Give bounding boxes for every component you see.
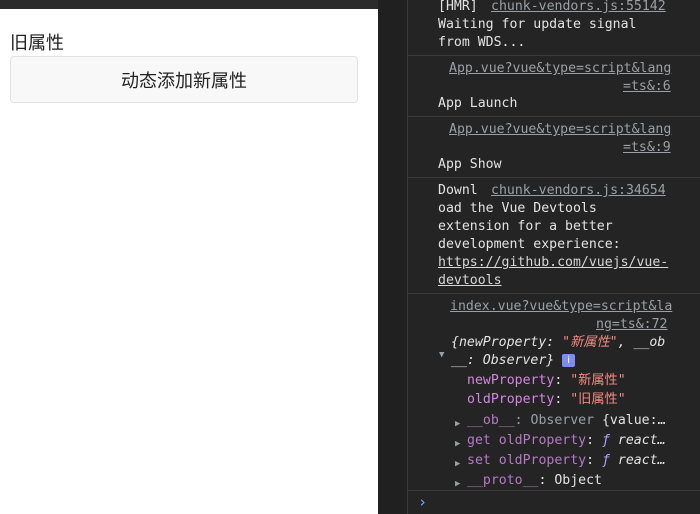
console-message-app-launch: App.vue?vue&type=script&lang =ts&:6 App … xyxy=(408,56,700,117)
object-preview-cont: __: Observer} i xyxy=(451,352,576,370)
message-text: oad the Vue Devtools xyxy=(438,201,597,216)
property-getter[interactable]: get oldProperty: ƒ react… xyxy=(467,432,666,450)
expand-arrow-right-icon[interactable]: ▶ xyxy=(455,415,460,433)
devtools-console: [HMR] chunk-vendors.js:55142 Waiting for… xyxy=(407,0,700,514)
message-text: App Launch xyxy=(438,96,518,111)
window-top-strip xyxy=(0,0,378,9)
message-text: Downl xyxy=(438,183,478,198)
prompt-chevron-icon: › xyxy=(418,493,428,511)
source-link-cont[interactable]: ng=ts&:72 xyxy=(596,316,667,334)
console-message-hmr: [HMR] chunk-vendors.js:55142 Waiting for… xyxy=(408,0,700,56)
console-message-devtools: Downl chunk-vendors.js:34654 oad the Vue… xyxy=(408,178,700,294)
expand-arrow-right-icon[interactable]: ▶ xyxy=(455,455,460,473)
source-link[interactable]: index.vue?vue&type=script&la xyxy=(450,298,672,316)
source-link[interactable]: chunk-vendors.js:55142 xyxy=(491,0,666,16)
property-new: newProperty: "新属性" xyxy=(467,373,626,388)
message-text: App Show xyxy=(438,157,502,172)
devtools-link-cont[interactable]: devtools xyxy=(438,272,502,290)
message-text: development experience: xyxy=(438,237,621,252)
console-input[interactable]: › xyxy=(408,491,700,514)
devtools-link[interactable]: https://github.com/vuejs/vue- xyxy=(438,254,668,272)
console-message-object: index.vue?vue&type=script&la ng=ts&:72 ▼… xyxy=(408,294,700,491)
source-link-cont[interactable]: =ts&:6 xyxy=(623,78,671,96)
panel-divider xyxy=(378,0,407,514)
add-new-property-button[interactable]: 动态添加新属性 xyxy=(10,56,358,103)
source-link[interactable]: chunk-vendors.js:34654 xyxy=(491,182,666,200)
message-text: from WDS... xyxy=(438,35,526,50)
hmr-prefix: [HMR] xyxy=(438,0,478,14)
source-link-cont[interactable]: =ts&:9 xyxy=(623,139,671,157)
message-text: Waiting for update signal xyxy=(438,17,637,32)
source-link[interactable]: App.vue?vue&type=script&lang xyxy=(449,60,671,78)
property-old: oldProperty: "旧属性" xyxy=(467,392,626,407)
app-preview: 旧属性 动态添加新属性 xyxy=(0,9,378,514)
old-property-text: 旧属性 xyxy=(10,33,64,54)
object-preview[interactable]: {newProperty: "新属性", __ob xyxy=(451,334,665,352)
console-message-app-show: App.vue?vue&type=script&lang =ts&:9 App … xyxy=(408,117,700,178)
property-proto[interactable]: __proto__: Object xyxy=(467,472,602,490)
info-icon[interactable]: i xyxy=(562,354,576,367)
property-ob[interactable]: __ob__: Observer {value:… xyxy=(467,412,666,430)
message-text: extension for a better xyxy=(438,219,613,234)
property-setter[interactable]: set oldProperty: ƒ react… xyxy=(467,452,666,470)
expand-arrow-right-icon[interactable]: ▶ xyxy=(455,435,460,453)
source-link[interactable]: App.vue?vue&type=script&lang xyxy=(449,121,671,139)
expand-arrow-down-icon[interactable]: ▼ xyxy=(439,346,444,364)
